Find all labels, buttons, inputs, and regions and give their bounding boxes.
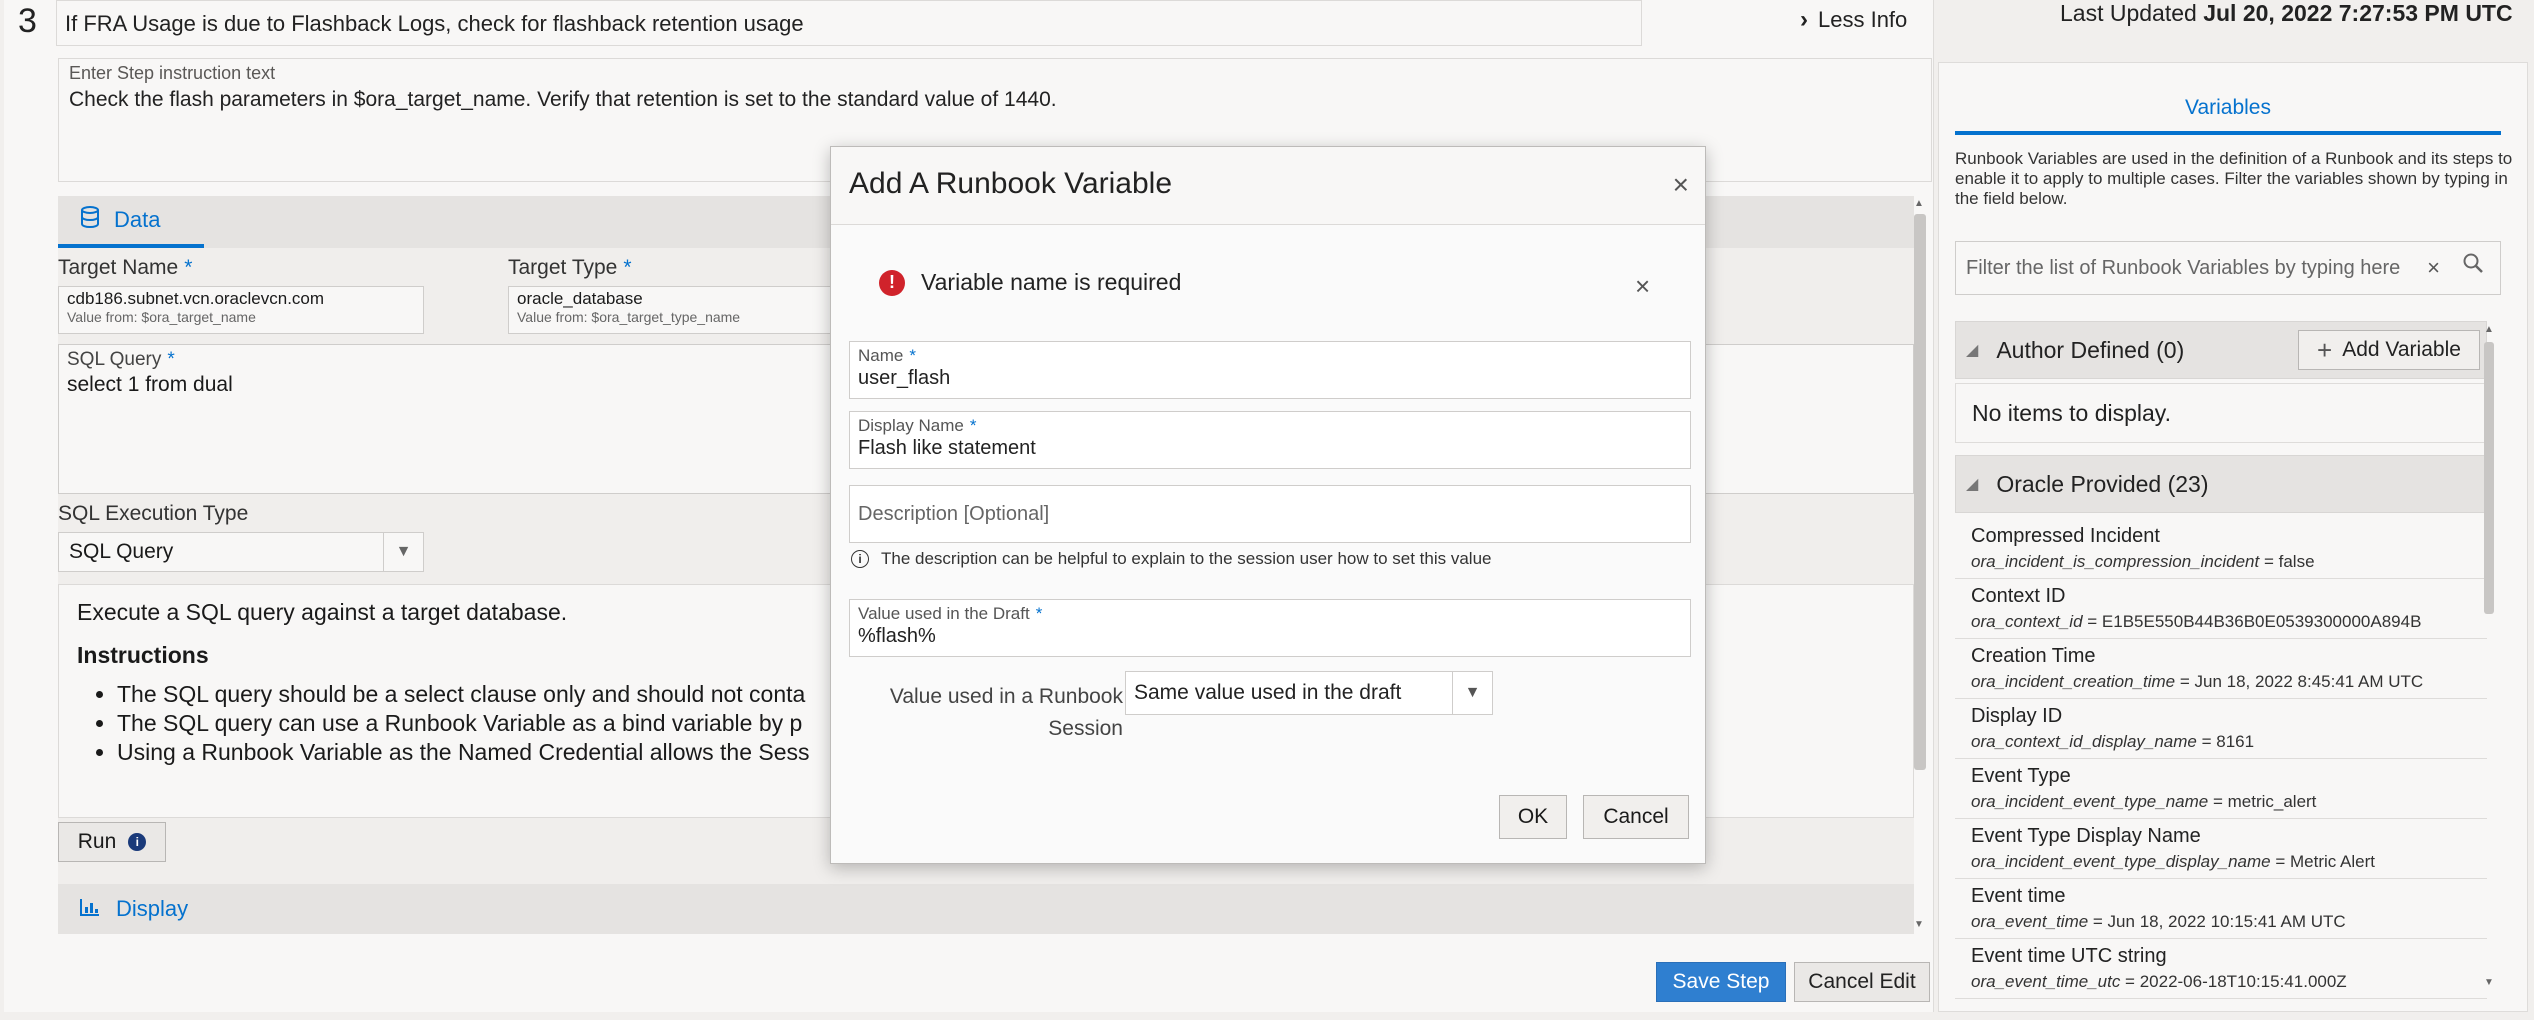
name-label: Name * bbox=[858, 346, 916, 365]
collapse-triangle-icon: ◢ bbox=[1966, 476, 1979, 493]
tab-data[interactable]: Data bbox=[58, 196, 204, 248]
target-name-label: Target Name * bbox=[58, 256, 193, 279]
chevron-down-icon: ▼ bbox=[1452, 672, 1492, 714]
list-item[interactable]: Context ID ora_context_id = E1B5E550B44B… bbox=[1955, 579, 2487, 639]
search-icon[interactable] bbox=[2462, 242, 2484, 294]
filter-placeholder: Filter the list of Runbook Variables by … bbox=[1966, 257, 2401, 279]
target-name-field[interactable]: cdb186.subnet.vcn.oraclevcn.com Value fr… bbox=[58, 286, 424, 334]
target-name-value: cdb186.subnet.vcn.oraclevcn.com bbox=[67, 289, 325, 308]
page: 3 If FRA Usage is due to Flashback Logs,… bbox=[0, 0, 2534, 1020]
plus-icon: + bbox=[2317, 334, 2333, 365]
author-defined-label: Author Defined (0) bbox=[1996, 336, 2185, 363]
session-value: Same value used in the draft bbox=[1134, 681, 1402, 704]
target-type-field[interactable]: oracle_database Value from: $ora_target_… bbox=[508, 286, 874, 334]
list-item[interactable]: Creation Time ora_incident_creation_time… bbox=[1955, 639, 2487, 699]
chevron-down-icon: ▼ bbox=[383, 533, 423, 571]
main-scrollbar[interactable]: ▲ ▼ bbox=[1908, 196, 1930, 932]
tab-display-label: Display bbox=[116, 896, 189, 921]
sql-exec-type-select[interactable]: SQL Query ▼ bbox=[58, 532, 424, 572]
close-icon[interactable]: × bbox=[1673, 171, 1689, 199]
list-item[interactable]: Display ID ora_context_id_display_name =… bbox=[1955, 699, 2487, 759]
scrollbar-thumb[interactable] bbox=[1914, 214, 1926, 770]
description-field[interactable]: Description [Optional] bbox=[849, 485, 1691, 543]
target-type-hint: Value from: $ora_target_type_name bbox=[517, 309, 741, 325]
target-name-hint: Value from: $ora_target_name bbox=[67, 309, 256, 325]
instruction-label: Enter Step instruction text bbox=[69, 63, 276, 83]
add-variable-button[interactable]: + Add Variable bbox=[2298, 330, 2480, 370]
target-type-label: Target Type * bbox=[508, 256, 632, 279]
scroll-down-icon[interactable]: ▼ bbox=[1914, 919, 1924, 930]
run-button-label: Run bbox=[77, 830, 117, 853]
error-message: ! Variable name is required bbox=[879, 269, 1181, 296]
description-hint: i The description can be helpful to expl… bbox=[851, 549, 1491, 569]
oracle-provided-label: Oracle Provided (23) bbox=[1996, 470, 2209, 497]
session-value-select[interactable]: Same value used in the draft ▼ bbox=[1125, 671, 1493, 715]
close-icon[interactable]: × bbox=[1635, 271, 1650, 302]
ok-button[interactable]: OK bbox=[1499, 795, 1567, 839]
description-placeholder: Description [Optional] bbox=[858, 503, 1050, 525]
tab-display[interactable]: Display bbox=[58, 884, 1914, 934]
scroll-up-icon[interactable]: ▲ bbox=[2484, 324, 2494, 335]
cancel-edit-button[interactable]: Cancel Edit bbox=[1794, 962, 1930, 1002]
list-item[interactable]: Event time UTC string ora_event_time_utc… bbox=[1955, 939, 2487, 999]
list-item[interactable]: Event Type ora_incident_event_type_name … bbox=[1955, 759, 2487, 819]
run-button[interactable]: Run i bbox=[58, 822, 166, 862]
variable-filter-input[interactable]: Filter the list of Runbook Variables by … bbox=[1955, 241, 2501, 295]
error-icon: ! bbox=[879, 269, 905, 296]
last-updated-value: Jul 20, 2022 7:27:53 PM UTC bbox=[2203, 0, 2513, 26]
variables-panel: Variables Runbook Variables are used in … bbox=[1938, 62, 2528, 1012]
oracle-provided-section[interactable]: ◢ Oracle Provided (23) bbox=[1955, 455, 2487, 513]
bar-chart-icon bbox=[80, 896, 100, 922]
scroll-down-icon[interactable]: ▼ bbox=[2484, 977, 2494, 988]
step-title-field[interactable]: If FRA Usage is due to Flashback Logs, c… bbox=[56, 0, 1642, 46]
target-type-value: oracle_database bbox=[517, 289, 643, 308]
variables-description: Runbook Variables are used in the defini… bbox=[1955, 149, 2513, 208]
list-item[interactable]: Event time ora_event_time = Jun 18, 2022… bbox=[1955, 879, 2487, 939]
scrollbar-thumb[interactable] bbox=[2484, 342, 2494, 614]
last-updated: Last Updated Jul 20, 2022 7:27:53 PM UTC bbox=[2060, 0, 2513, 26]
less-info-toggle[interactable]: › Less Info bbox=[1800, 6, 1907, 34]
scroll-up-icon[interactable]: ▲ bbox=[1914, 198, 1924, 209]
dialog-header: Add A Runbook Variable × bbox=[831, 147, 1705, 225]
name-field[interactable]: Name * user_flash bbox=[849, 341, 1691, 399]
list-item[interactable]: Event Type Display Name ora_incident_eve… bbox=[1955, 819, 2487, 879]
save-step-button[interactable]: Save Step bbox=[1656, 962, 1786, 1002]
tab-variables[interactable]: Variables bbox=[1955, 93, 2501, 135]
info-icon: i bbox=[851, 550, 869, 568]
collapse-triangle-icon: ◢ bbox=[1966, 342, 1979, 359]
session-value-label: Value used in a Runbook Session bbox=[889, 685, 1123, 740]
display-name-label: Display Name * bbox=[858, 416, 977, 435]
name-value: user_flash bbox=[858, 367, 951, 389]
tab-data-label: Data bbox=[114, 207, 161, 232]
add-variable-dialog: Add A Runbook Variable × ! Variable name… bbox=[830, 146, 1706, 864]
list-item[interactable]: Compressed Incident ora_incident_is_comp… bbox=[1955, 519, 2487, 579]
variables-scrollbar[interactable]: ▲ ▼ bbox=[2480, 322, 2498, 990]
info-icon[interactable]: i bbox=[128, 833, 147, 851]
author-defined-section[interactable]: ◢ Author Defined (0) + Add Variable bbox=[1955, 321, 2487, 379]
dialog-title: Add A Runbook Variable bbox=[849, 167, 1173, 200]
draft-value: %flash% bbox=[858, 625, 936, 647]
oracle-variable-list: Compressed Incident ora_incident_is_comp… bbox=[1955, 519, 2487, 999]
step-number: 3 bbox=[18, 2, 37, 40]
display-name-value: Flash like statement bbox=[858, 437, 1036, 459]
error-text: Variable name is required bbox=[921, 269, 1182, 295]
add-variable-label: Add Variable bbox=[2342, 338, 2461, 361]
chevron-right-icon: › bbox=[1800, 6, 1808, 33]
instruction-text: Check the flash parameters in $ora_targe… bbox=[69, 88, 1057, 111]
no-items-message: No items to display. bbox=[1955, 383, 2487, 443]
sql-exec-type-value: SQL Query bbox=[69, 540, 174, 563]
cancel-button[interactable]: Cancel bbox=[1583, 795, 1689, 839]
database-icon bbox=[80, 206, 100, 234]
less-info-label: Less Info bbox=[1818, 7, 1908, 32]
draft-value-label: Value used in the Draft * bbox=[858, 604, 1043, 623]
clear-icon[interactable]: × bbox=[2427, 242, 2440, 294]
sql-exec-type-label: SQL Execution Type bbox=[58, 502, 249, 525]
display-name-field[interactable]: Display Name * Flash like statement bbox=[849, 411, 1691, 469]
draft-value-field[interactable]: Value used in the Draft * %flash% bbox=[849, 599, 1691, 657]
